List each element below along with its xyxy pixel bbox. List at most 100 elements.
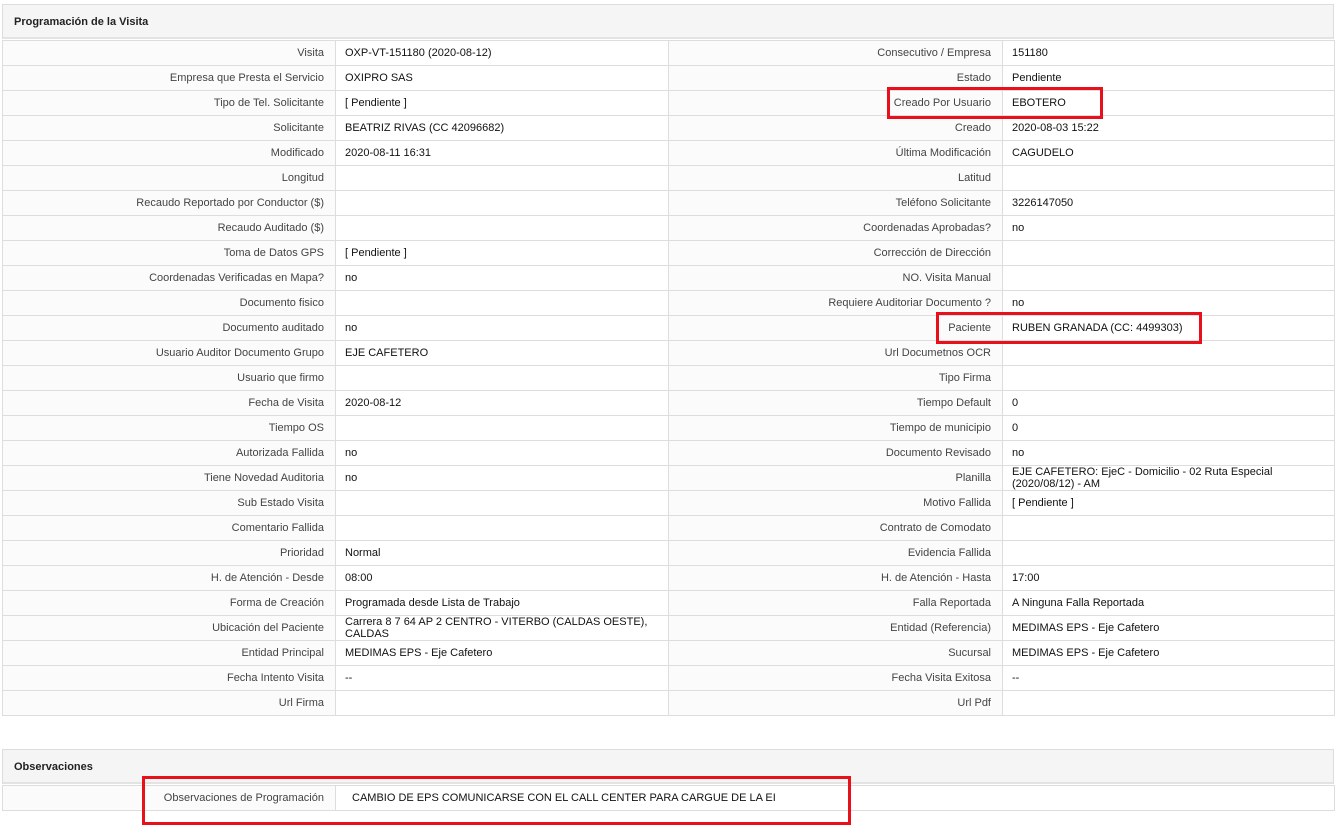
field-label: Url Documetnos OCR [668, 340, 1003, 366]
field-value: 2020-08-03 15:22 [1002, 115, 1335, 141]
field-label: Latitud [668, 165, 1003, 191]
field-value [335, 415, 669, 441]
field-value [335, 215, 669, 241]
field-label: Fecha Intento Visita [2, 665, 336, 691]
visit-row: Modificado 2020-08-11 16:31 Última Modific… [2, 140, 1335, 166]
field-label: H. de Atención - Desde [2, 565, 336, 591]
visit-row: Coordenadas Verificadas en Mapa? no NO. V… [2, 265, 1335, 291]
field-label: Prioridad [2, 540, 336, 566]
field-value [1002, 515, 1335, 541]
field-value [1002, 265, 1335, 291]
visit-row: Usuario Auditor Documento Grupo EJE CAFET… [2, 340, 1335, 366]
visit-row: Tiempo OS Tiempo de municipio 0 [2, 415, 1335, 441]
field-label: Usuario Auditor Documento Grupo [2, 340, 336, 366]
observations-section-title: Observaciones [14, 761, 93, 773]
visit-row: Toma de Datos GPS[ Pendiente ] Corrección… [2, 240, 1335, 266]
field-value: -- [1002, 665, 1335, 691]
field-value: BEATRIZ RIVAS (CC 42096682) [335, 115, 669, 141]
field-label: Paciente [668, 315, 1003, 341]
visit-details-table: Visita OXP-VT-151180 (2020-08-12) Consecut… [2, 40, 1335, 716]
field-label: Comentario Fallida [2, 515, 336, 541]
field-value: A Ninguna Falla Reportada [1002, 590, 1335, 616]
field-label: Fecha de Visita [2, 390, 336, 416]
field-value: EJE CAFETERO [335, 340, 669, 366]
field-value [335, 290, 669, 316]
field-label: Tipo de Tel. Solicitante [2, 90, 336, 116]
field-value: [ Pendiente ] [335, 240, 669, 266]
field-label: Modificado [2, 140, 336, 166]
field-label: Consecutivo / Empresa [668, 40, 1003, 66]
field-value [1002, 340, 1335, 366]
field-label: Entidad Principal [2, 640, 336, 666]
field-value: CAGUDELO [1002, 140, 1335, 166]
visit-row: Url Firma Url Pdf [2, 690, 1335, 716]
field-label: Visita [2, 40, 336, 66]
field-label: Tiempo Default [668, 390, 1003, 416]
field-label: Coordenadas Aprobadas? [668, 215, 1003, 241]
field-value: Carrera 8 7 64 AP 2 CENTRO - VITERBO (CA… [335, 615, 669, 641]
field-label: Recaudo Reportado por Conductor ($) [2, 190, 336, 216]
field-label: Usuario que firmo [2, 365, 336, 391]
field-value: MEDIMAS EPS - Eje Cafetero [1002, 640, 1335, 666]
observations-row: Observaciones de Programación CAMBIO DE … [2, 785, 1335, 811]
field-label: Longitud [2, 165, 336, 191]
field-label: Autorizada Fallida [2, 440, 336, 466]
field-label: Última Modificación [668, 140, 1003, 166]
field-label: Tiempo de municipio [668, 415, 1003, 441]
observations-section-header: Observaciones [2, 749, 1334, 784]
field-label: Requiere Auditoriar Documento ? [668, 290, 1003, 316]
field-value: EJE CAFETERO: EjeC - Domicilio - 02 Ruta… [1002, 465, 1335, 491]
field-value: 08:00 [335, 565, 669, 591]
observations-value: CAMBIO DE EPS COMUNICARSE CON EL CALL CE… [335, 785, 1335, 811]
field-value [1002, 365, 1335, 391]
field-label: Motivo Fallida [668, 490, 1003, 516]
field-label: Documento auditado [2, 315, 336, 341]
visit-row: Prioridad Normal Evidencia Fallida [2, 540, 1335, 566]
field-value: 17:00 [1002, 565, 1335, 591]
field-label: Coordenadas Verificadas en Mapa? [2, 265, 336, 291]
field-label: Documento fisico [2, 290, 336, 316]
field-value: 0 [1002, 390, 1335, 416]
field-label: Creado [668, 115, 1003, 141]
field-value: [ Pendiente ] [335, 90, 669, 116]
field-value: 2020-08-11 16:31 [335, 140, 669, 166]
field-value: no [335, 315, 669, 341]
field-value: -- [335, 665, 669, 691]
field-label: H. de Atención - Hasta [668, 565, 1003, 591]
visit-row: Longitud Latitud [2, 165, 1335, 191]
field-value: MEDIMAS EPS - Eje Cafetero [1002, 615, 1335, 641]
field-label: Tipo Firma [668, 365, 1003, 391]
field-value: 151180 [1002, 40, 1335, 66]
visit-row: Sub Estado Visita Motivo Fallida[ Pendien… [2, 490, 1335, 516]
visit-row: Entidad Principal MEDIMAS EPS - Eje Cafet… [2, 640, 1335, 666]
visit-row: Documento fisico Requiere Auditoriar Docu… [2, 290, 1335, 316]
field-label: Url Firma [2, 690, 336, 716]
field-label: Toma de Datos GPS [2, 240, 336, 266]
visit-row: Forma de Creación Programada desde Lista … [2, 590, 1335, 616]
field-label: Planilla [668, 465, 1003, 491]
field-value: EBOTERO [1002, 90, 1335, 116]
field-value [1002, 690, 1335, 716]
field-value: OXP-VT-151180 (2020-08-12) [335, 40, 669, 66]
field-label: Contrato de Comodato [668, 515, 1003, 541]
field-label: Tiene Novedad Auditoria [2, 465, 336, 491]
field-label: Estado [668, 65, 1003, 91]
visit-section-header: Programación de la Visita [2, 4, 1334, 39]
visit-row: Recaudo Auditado ($) Coordenadas Aprobada… [2, 215, 1335, 241]
field-value: [ Pendiente ] [1002, 490, 1335, 516]
visit-section-title: Programación de la Visita [14, 16, 149, 28]
field-value: MEDIMAS EPS - Eje Cafetero [335, 640, 669, 666]
field-label: Evidencia Fallida [668, 540, 1003, 566]
field-value [335, 515, 669, 541]
field-label: Tiempo OS [2, 415, 336, 441]
visit-row: Tipo de Tel. Solicitante[ Pendiente ] Cre… [2, 90, 1335, 116]
field-value: no [335, 265, 669, 291]
field-value: no [335, 440, 669, 466]
field-label: Teléfono Solicitante [668, 190, 1003, 216]
field-value: 0 [1002, 415, 1335, 441]
field-value [335, 690, 669, 716]
field-label: Ubicación del Paciente [2, 615, 336, 641]
visit-row: Fecha de Visita 2020-08-12 Tiempo Default… [2, 390, 1335, 416]
visit-row: Solicitante BEATRIZ RIVAS (CC 42096682) Cr… [2, 115, 1335, 141]
field-label: Sub Estado Visita [2, 490, 336, 516]
